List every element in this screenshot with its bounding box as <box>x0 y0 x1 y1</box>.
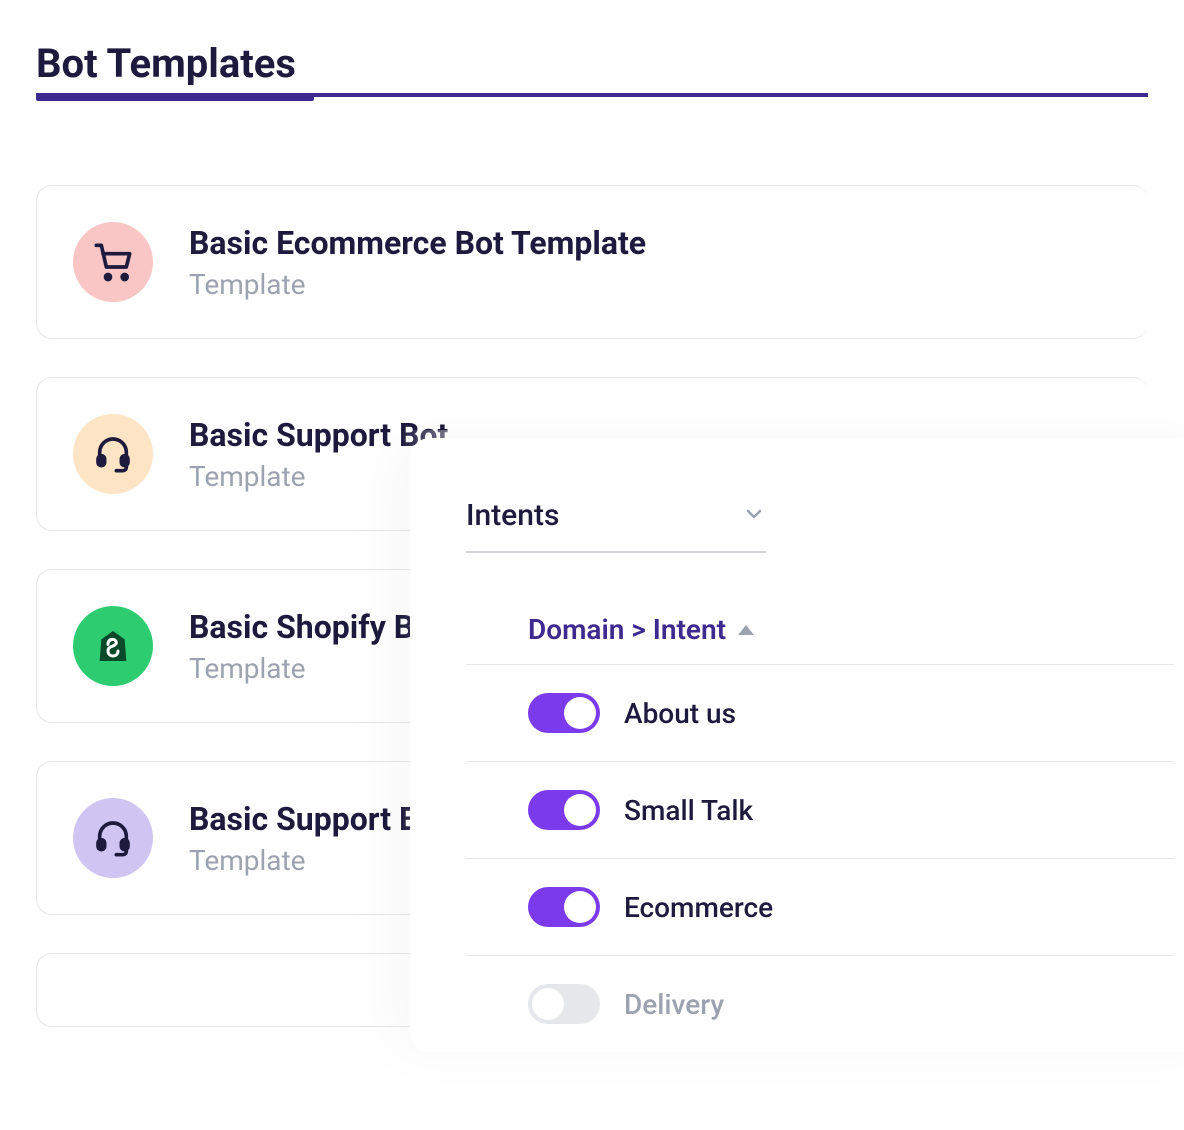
intent-row-about-us: About us <box>466 664 1174 761</box>
template-card-ecommerce[interactable]: Basic Ecommerce Bot Template Template <box>36 185 1148 339</box>
intents-dropdown-label: Intents <box>466 498 559 533</box>
headset-icon <box>73 798 153 878</box>
intents-panel: Intents Domain > Intent About us Small T… <box>410 438 1184 1052</box>
intent-row-small-talk: Small Talk <box>466 761 1174 858</box>
intent-row-delivery: Delivery <box>466 955 1174 1052</box>
intent-label: Small Talk <box>624 794 753 827</box>
toggle-ecommerce[interactable] <box>528 887 600 927</box>
chevron-down-icon <box>742 502 766 530</box>
column-header-label: Domain > Intent <box>528 613 726 646</box>
template-title: Basic Shopify Bot <box>189 608 443 646</box>
intents-dropdown[interactable]: Intents <box>466 498 766 553</box>
template-subtitle: Template <box>189 652 443 685</box>
page-title: Bot Templates <box>36 40 296 95</box>
toggle-about-us[interactable] <box>528 693 600 733</box>
intent-label: Ecommerce <box>624 891 773 924</box>
sort-ascending-icon <box>738 625 754 635</box>
template-title: Basic Support Bot <box>189 416 448 454</box>
shopify-icon <box>73 606 153 686</box>
intent-row-ecommerce: Ecommerce <box>466 858 1174 955</box>
intent-label: Delivery <box>624 988 724 1021</box>
template-title: Basic Ecommerce Bot Template <box>189 224 646 262</box>
template-subtitle: Template <box>189 268 646 301</box>
title-underline-accent <box>36 93 314 101</box>
column-header-domain-intent[interactable]: Domain > Intent <box>466 613 1174 664</box>
toggle-small-talk[interactable] <box>528 790 600 830</box>
intent-label: About us <box>624 697 736 730</box>
toggle-delivery[interactable] <box>528 984 600 1024</box>
cart-icon <box>73 222 153 302</box>
headset-icon <box>73 414 153 494</box>
